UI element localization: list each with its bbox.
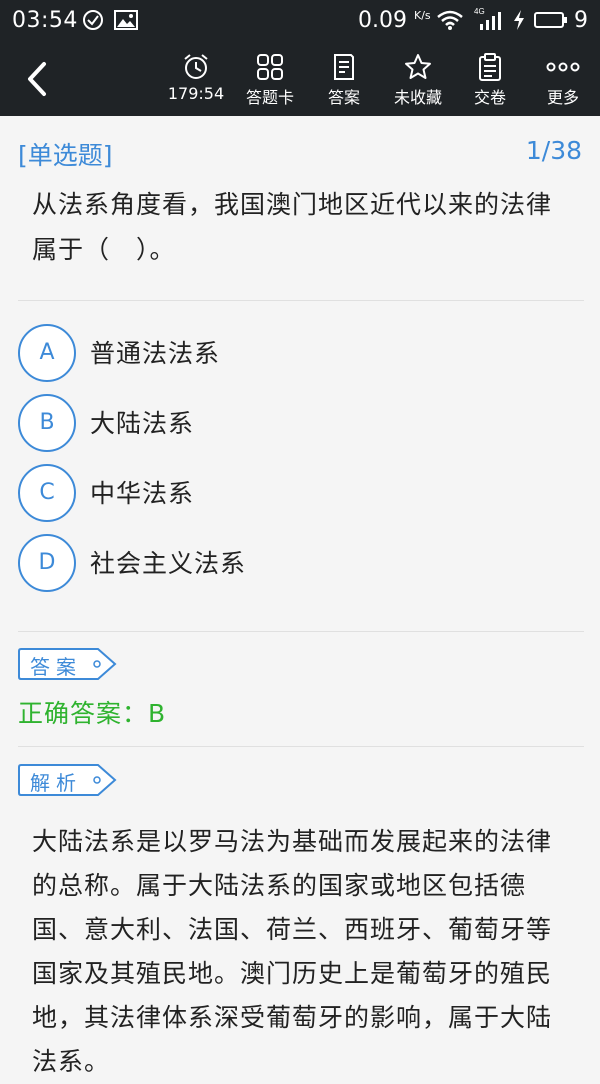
star-icon bbox=[405, 54, 431, 79]
question-stem: 从法系角度看，我国澳门地区近代以来的法律属于（ ）。 bbox=[32, 190, 553, 264]
option-letter: A bbox=[18, 324, 76, 382]
answer-tag-label: 答案 bbox=[30, 655, 82, 679]
status-bar: 03:54 0.09 K/s 4G 9 bbox=[0, 0, 600, 42]
option-c[interactable]: C 中华法系 bbox=[18, 464, 578, 524]
question-content: [单选题] 1/38 从法系角度看，我国澳门地区近代以来的法律属于（ ）。 A … bbox=[0, 116, 600, 1076]
timer-label: 179:54 bbox=[167, 84, 225, 103]
favorite-label: 未收藏 bbox=[393, 88, 442, 107]
option-letter: B bbox=[18, 394, 76, 452]
network-speed-unit: K/s bbox=[413, 9, 431, 22]
question-type: [单选题] bbox=[18, 141, 113, 170]
more-button[interactable]: 更多 bbox=[527, 48, 599, 112]
clipboard-icon bbox=[479, 53, 501, 81]
wifi-icon bbox=[436, 9, 464, 37]
option-d[interactable]: D 社会主义法系 bbox=[18, 534, 578, 594]
grid-icon bbox=[257, 54, 283, 80]
answer-button[interactable]: 答案 bbox=[308, 48, 380, 112]
divider bbox=[18, 746, 584, 747]
favorite-button[interactable]: 未收藏 bbox=[382, 48, 454, 112]
battery-level: 9 bbox=[574, 8, 588, 33]
charging-bolt-icon bbox=[512, 9, 526, 37]
check-circle-icon bbox=[82, 9, 104, 37]
correct-answer: 正确答案：B bbox=[18, 699, 167, 728]
option-letter: C bbox=[18, 464, 76, 522]
option-letter: D bbox=[18, 534, 76, 592]
image-icon bbox=[114, 9, 138, 37]
answer-card-button[interactable]: 答题卡 bbox=[234, 48, 306, 112]
option-text: 社会主义法系 bbox=[90, 549, 247, 578]
top-toolbar: 179:54 答题卡 答案 未收藏 交卷 更多 bbox=[0, 42, 600, 116]
option-b[interactable]: B 大陆法系 bbox=[18, 394, 578, 454]
more-dots-icon bbox=[546, 62, 580, 72]
cellular-signal-icon: 4G bbox=[474, 6, 506, 38]
status-time: 03:54 bbox=[12, 8, 78, 33]
answer-card-label: 答题卡 bbox=[245, 88, 294, 107]
network-speed: 0.09 K/s bbox=[358, 8, 431, 33]
back-button[interactable] bbox=[20, 54, 60, 104]
analysis-text: 大陆法系是以罗马法为基础而发展起来的法律的总称。属于大陆法系的国家或地区包括德国… bbox=[32, 827, 553, 1076]
question-number: 1/38 bbox=[525, 136, 582, 165]
divider bbox=[18, 300, 584, 301]
option-text: 中华法系 bbox=[90, 479, 195, 508]
alarm-clock-icon bbox=[184, 54, 208, 79]
divider bbox=[18, 631, 584, 632]
option-text: 普通法法系 bbox=[90, 339, 221, 368]
timer-button[interactable]: 179:54 bbox=[160, 48, 232, 112]
analysis-tag: 解析 bbox=[18, 764, 118, 796]
answer-tag: 答案 bbox=[18, 648, 118, 680]
network-type-label: 4G bbox=[474, 7, 485, 16]
back-arrow-icon bbox=[28, 62, 46, 96]
document-icon bbox=[334, 54, 354, 80]
option-a[interactable]: A 普通法法系 bbox=[18, 324, 578, 384]
battery-icon bbox=[534, 12, 567, 28]
option-text: 大陆法系 bbox=[90, 409, 195, 438]
submit-label: 交卷 bbox=[473, 88, 506, 107]
network-speed-value: 0.09 bbox=[358, 8, 407, 33]
submit-button[interactable]: 交卷 bbox=[454, 48, 526, 112]
more-label: 更多 bbox=[546, 88, 579, 107]
analysis-tag-label: 解析 bbox=[30, 771, 82, 795]
answer-label: 答案 bbox=[327, 88, 360, 107]
